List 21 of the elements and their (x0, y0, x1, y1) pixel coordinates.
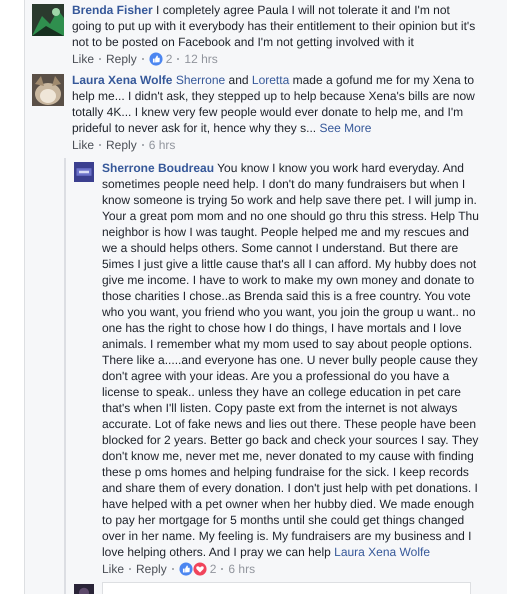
comment-text: Brenda Fisher I completely agree Paula I will not tolerate it and I'm not going to put up with it everybody has their entitlement to their opinion but it's not to be posted on Facebook and I'm not getting involved with it (72, 2, 476, 50)
like-link[interactable]: Like (72, 51, 94, 67)
author-link[interactable]: Sherrone Boudreau (102, 161, 214, 175)
comment-text: Laura Xena Wolfe Sherrone and Loretta made a gofund me for my Xena to help me... I didn't ask, they stepped up to help because Xena's bills are now totally 4K... I knew very few people would ever donate to help me, and I'm prideful to never ask for it, hence why they s... See More (72, 72, 476, 136)
timestamp: 6 hrs (228, 561, 256, 577)
author-link[interactable]: Laura Xena Wolfe (72, 73, 172, 87)
thumbs-up-icon (148, 52, 163, 66)
mention-link[interactable]: Laura Xena Wolfe (334, 545, 430, 559)
mention-link[interactable]: Loretta (252, 73, 290, 87)
like-link[interactable]: Like (102, 561, 124, 577)
reply-link[interactable]: Reply (106, 51, 137, 67)
timestamp: 12 hrs (184, 51, 218, 67)
comment-text: Sherrone Boudreau You know I know you work hard everyday. And sometimes people need help. I don't do many fundraisers but when I know someone is trying 5o work and help save there pet. I will jump in. Your a great pom mom and no one should go thru this stress. Help Thu neighbor is how I was taught. People helped me and my rescues and we a should helps others. Some cannot I understand. But there are 5imes I just give a little cause that's all I can afford. My hubby does not give me income. I have to work to make my own money and donate to those charities I chose..as Brenda said this is a free country. You vote who you want, you friend who you want, you join the group u want.. no one has the right to chose how I do things, I have mortals and I love animals. I remember what my mom used to say about people options. There like a.....and everyone has one. U never bully people cause they don't agree with your ideas. Are you a professional do you have a license to speak.. unless they have an college education in pet care that's when I'll listen. Copy paste ext from the internet is not always accurate. Lot of fake news and lies out there. These people have been blocked for 2 years. Better go back and check your sources I say. They don't know me, never met me, never donated to my cause with finding these p oms homes and helping fundraise for the sick. I keep records and share them of every donation. I don't just help with pet donations. I have helped with a pet owner when her hubby died. We made enough to pay her mortgage for 5 months until she could get things changed over in her name. My feeling is. My fundraisers are my business and I love helping others. And I pray we can help Laura Xena Wolfe (102, 160, 479, 560)
author-link[interactable]: Brenda Fisher (72, 3, 153, 17)
see-more-link[interactable]: See More (319, 121, 372, 135)
timestamp: 6 hrs (148, 137, 176, 153)
like-link[interactable]: Like (72, 137, 94, 153)
reply-link[interactable]: Reply (136, 561, 167, 577)
mention-link[interactable]: Sherrone (176, 73, 226, 87)
thumbs-up-icon (178, 562, 193, 576)
reply-link[interactable]: Reply (106, 137, 137, 153)
